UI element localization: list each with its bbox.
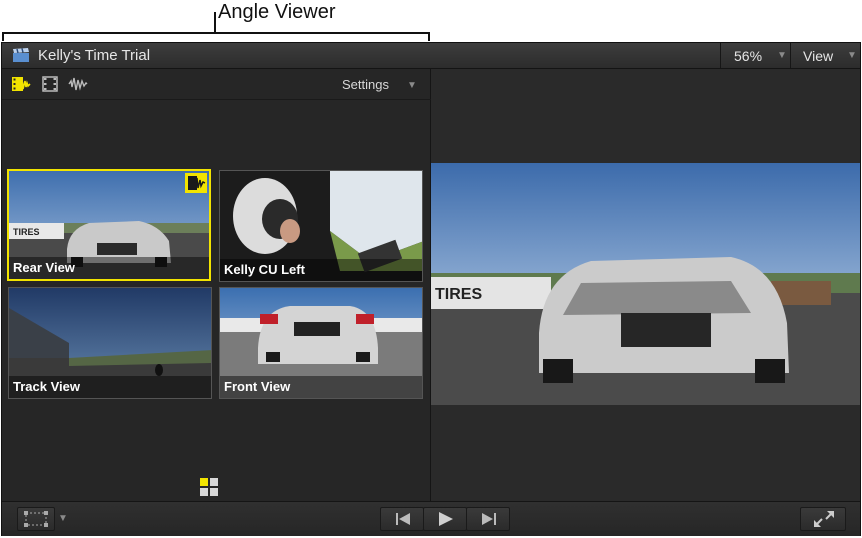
audio-only-switch-icon[interactable] [68, 75, 88, 93]
callout-label: Angle Viewer [218, 1, 336, 23]
banner-text: TIRES [435, 286, 482, 303]
bottom-toolbar: ▼ [2, 501, 860, 536]
callout-stem [214, 12, 216, 33]
play-icon [439, 512, 453, 526]
banner-text: TIRES [13, 227, 40, 237]
zoom-value: 56% [734, 48, 763, 64]
viewer-video-frame[interactable]: TIRES [431, 163, 860, 405]
project-title: Kelly's Time Trial [38, 47, 151, 64]
active-angle-badge-icon [185, 173, 207, 193]
transform-button[interactable] [17, 507, 55, 531]
settings-menu[interactable]: Settings [342, 77, 389, 92]
zoom-popup[interactable]: 56% ▼ [720, 43, 791, 68]
angle-toolbar: Settings ▼ [2, 69, 431, 100]
chevron-down-icon: ▼ [847, 50, 857, 61]
fullscreen-button[interactable] [800, 507, 846, 531]
fullscreen-icon [814, 511, 834, 527]
chevron-down-icon[interactable]: ▼ [58, 513, 68, 524]
title-bar: Kelly's Time Trial 56% ▼ View ▼ [2, 43, 860, 69]
angle-label: Kelly CU Left [220, 259, 422, 281]
viewer-window: Kelly's Time Trial 56% ▼ View ▼ Settings… [1, 42, 861, 536]
next-edit-button[interactable] [466, 507, 510, 531]
previous-edit-button[interactable] [380, 507, 424, 531]
transform-icon [24, 511, 48, 527]
angle-rear-view[interactable]: TIRES Rear View [7, 169, 211, 281]
view-menu[interactable]: View ▼ [790, 43, 861, 68]
callout-bracket [2, 32, 430, 41]
angle-track-view[interactable]: Track View [8, 287, 212, 399]
view-menu-label: View [803, 48, 834, 64]
chevron-down-icon: ▼ [777, 50, 787, 61]
angle-label: Track View [9, 376, 211, 398]
angle-kelly-cu-left[interactable]: Kelly CU Left [219, 170, 423, 282]
main-viewer: TIRES [431, 69, 860, 501]
play-button[interactable] [423, 507, 467, 531]
angle-bank-grid-icon[interactable] [199, 477, 219, 497]
next-icon [482, 513, 496, 525]
clapperboard-icon [13, 48, 29, 62]
video-audio-switch-icon[interactable] [11, 75, 31, 93]
angle-front-view[interactable]: Front View [219, 287, 423, 399]
angle-label: Rear View [9, 257, 209, 279]
video-only-switch-icon[interactable] [40, 75, 60, 93]
angle-viewer-pane: Settings ▼ TIRES Rear View Kelly CU Left… [2, 69, 431, 501]
previous-icon [396, 513, 410, 525]
angle-label: Front View [220, 376, 422, 398]
chevron-down-icon[interactable]: ▼ [407, 80, 417, 91]
